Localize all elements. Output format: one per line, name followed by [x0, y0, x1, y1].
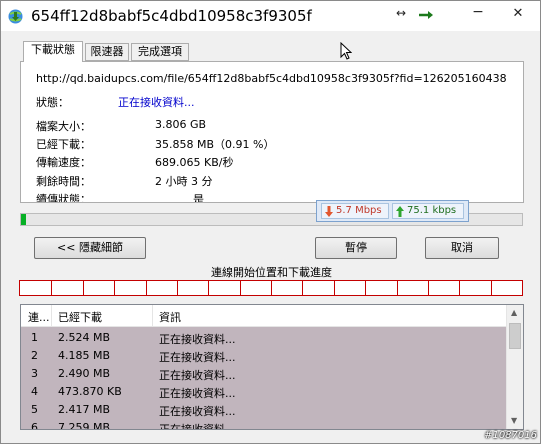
row-downloaded: 2.417 MB — [58, 403, 111, 416]
download-url: http://qd.baidupcs.com/file/654ff12d8bab… — [36, 72, 507, 85]
segment-divider — [114, 281, 116, 295]
connection-segments-bar — [19, 280, 523, 296]
up-arrow-icon — [396, 206, 404, 217]
column-header-downloaded[interactable]: 已經下載 — [58, 309, 102, 325]
row-number: 6 — [31, 421, 38, 430]
progress-fill — [21, 214, 26, 225]
row-downloaded: 4.185 MB — [58, 349, 111, 362]
upload-speed-text: 75.1 kbps — [407, 205, 457, 216]
status-value: 正在接收資料... — [118, 96, 195, 109]
connection-progress-label: 連線開始位置和下載進度 — [211, 266, 332, 279]
segment-divider — [176, 281, 178, 295]
row-info: 正在接收資料... — [159, 333, 236, 346]
resume-label: 續傳狀態： — [36, 193, 91, 203]
tab-completion-options[interactable]: 完成選項 — [131, 43, 189, 61]
segment-divider — [396, 281, 398, 295]
row-downloaded: 2.490 MB — [58, 367, 111, 380]
segment-divider — [208, 281, 210, 295]
row-number: 5 — [31, 403, 38, 416]
download-speed: 5.7 Mbps — [321, 203, 389, 219]
pause-button[interactable]: 暫停 — [315, 237, 397, 259]
tab-download-status[interactable]: 下載狀態 — [23, 41, 83, 62]
file-size-value: 3.806 GB — [155, 118, 207, 131]
table-row[interactable]: 5 2.417 MB 正在接收資料... — [21, 401, 506, 419]
resize-arrows-icon[interactable]: ↔ — [394, 6, 408, 24]
row-info: 正在接收資料... — [159, 351, 236, 364]
downloaded-label: 已經下載： — [36, 138, 91, 151]
window-title: 654ff12d8babf5c4dbd10958c3f9305f — [31, 7, 312, 25]
downloaded-value: 35.858 MB（0.91 %） — [155, 138, 275, 151]
table-row[interactable]: 1 2.524 MB 正在接收資料... — [21, 329, 506, 347]
status-label: 狀態： — [36, 96, 69, 109]
upload-speed: 75.1 kbps — [392, 203, 464, 219]
segment-divider — [51, 281, 53, 295]
segment-divider — [427, 281, 429, 295]
cancel-button[interactable]: 取消 — [425, 237, 499, 259]
scroll-up-icon[interactable]: ▲ — [511, 308, 517, 317]
segment-divider — [145, 281, 147, 295]
table-row[interactable]: 2 4.185 MB 正在接收資料... — [21, 347, 506, 365]
row-number: 1 — [31, 331, 38, 344]
table-row[interactable]: 3 2.490 MB 正在接收資料... — [21, 365, 506, 383]
segment-divider — [82, 281, 84, 295]
mouse-cursor-icon — [340, 42, 352, 60]
speed-indicator: 5.7 Mbps 75.1 kbps — [316, 200, 469, 222]
time-left-label: 剩餘時間： — [36, 175, 91, 188]
resume-value: 是 — [193, 193, 204, 203]
row-info: 正在接收資料... — [159, 369, 236, 382]
time-left-value: 2 小時 3 分 — [155, 175, 213, 188]
connections-table: 連... 已經下載 資訊 1 2.524 MB 正在接收資料... 2 4.18… — [20, 304, 524, 430]
column-header-info[interactable]: 資訊 — [159, 309, 181, 325]
table-header: 連... 已經下載 資訊 — [21, 305, 506, 327]
row-number: 2 — [31, 349, 38, 362]
scroll-down-icon[interactable]: ▼ — [511, 416, 517, 425]
close-button[interactable]: ✕ — [506, 6, 530, 24]
watermark: #1087016 — [484, 430, 537, 441]
arrow-right-icon[interactable] — [418, 9, 434, 21]
row-info: 正在接收資料... — [159, 387, 236, 400]
tab-speed-limiter[interactable]: 限速器 — [85, 43, 129, 61]
segment-divider — [365, 281, 367, 295]
table-row[interactable]: 6 7.259 MB 正在接收資料... — [21, 419, 506, 430]
row-downloaded: 473.870 KB — [58, 385, 122, 398]
file-size-label: 檔案大小： — [36, 120, 91, 133]
hide-details-button[interactable]: << 隱藏細節 — [34, 237, 146, 259]
segment-divider — [302, 281, 304, 295]
download-window: 654ff12d8babf5c4dbd10958c3f9305f ↔ − ✕ 下… — [0, 0, 541, 444]
column-header-connection[interactable]: 連... — [28, 309, 50, 325]
column-divider[interactable] — [152, 305, 153, 326]
row-number: 3 — [31, 367, 38, 380]
title-bar: 654ff12d8babf5c4dbd10958c3f9305f ↔ − ✕ — [1, 1, 540, 31]
segment-divider — [271, 281, 272, 295]
down-arrow-icon — [325, 206, 333, 217]
transfer-rate-label: 傳輸速度： — [36, 156, 91, 169]
vertical-scrollbar[interactable]: ▲ ▼ — [506, 305, 523, 429]
status-panel: http://qd.baidupcs.com/file/654ff12d8bab… — [20, 61, 524, 203]
row-info: 正在接收資料... — [159, 423, 236, 430]
column-divider[interactable] — [51, 305, 52, 326]
row-downloaded: 2.524 MB — [58, 331, 111, 344]
row-downloaded: 7.259 MB — [58, 421, 111, 430]
download-speed-text: 5.7 Mbps — [336, 205, 382, 216]
segment-divider — [490, 281, 492, 295]
idm-app-icon — [8, 9, 23, 24]
transfer-rate-value: 689.065 KB/秒 — [155, 156, 234, 169]
row-number: 4 — [31, 385, 38, 398]
segment-divider — [239, 281, 241, 295]
row-info: 正在接收資料... — [159, 405, 236, 418]
segment-divider — [333, 281, 335, 295]
table-row[interactable]: 4 473.870 KB 正在接收資料... — [21, 383, 506, 401]
segment-divider — [459, 281, 461, 295]
minimize-button[interactable]: − — [466, 4, 490, 22]
scrollbar-thumb[interactable] — [509, 323, 521, 349]
